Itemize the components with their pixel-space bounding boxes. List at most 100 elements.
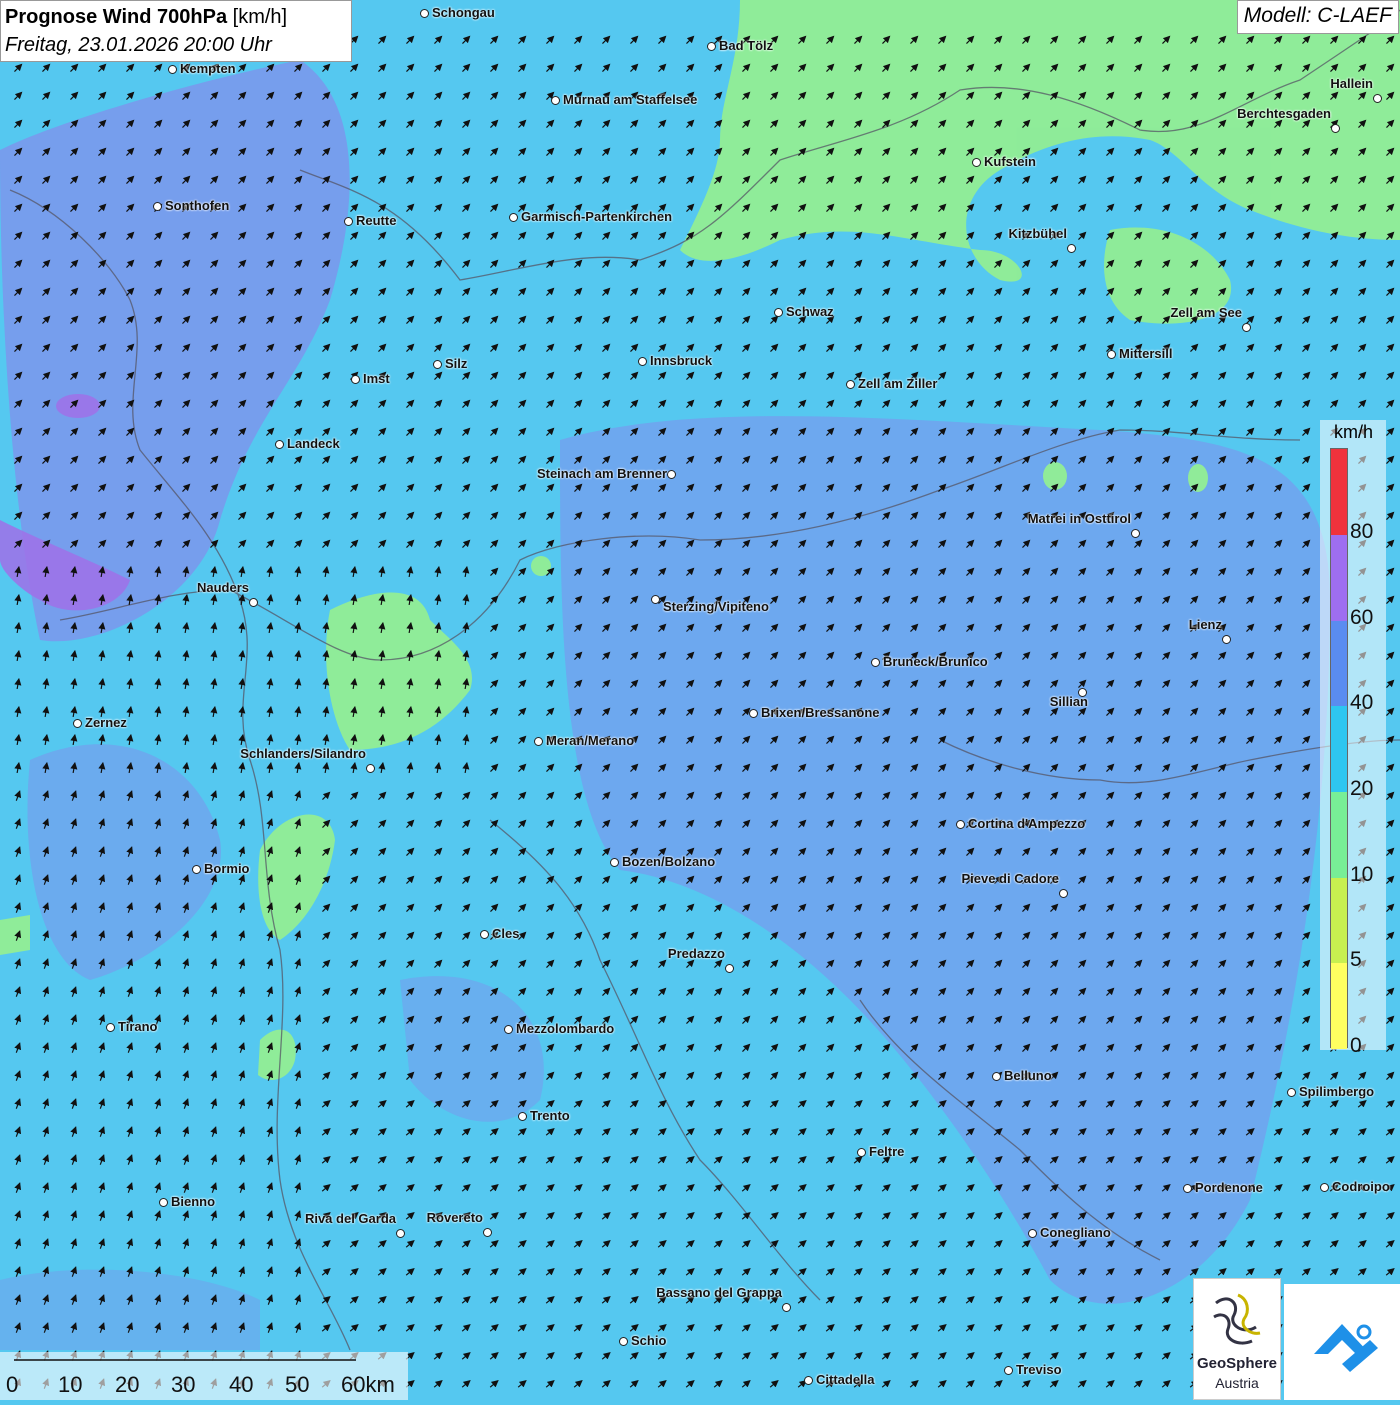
city-dot: [73, 719, 82, 728]
city-dot: [956, 820, 965, 829]
scale-label: 40: [229, 1372, 254, 1397]
city-label: Bruneck/Brunico: [883, 654, 988, 669]
city-dot: [1004, 1366, 1013, 1375]
city-label: Hallein: [1330, 76, 1373, 91]
city-label: Bozen/Bolzano: [622, 854, 716, 869]
legend-segment: [1331, 706, 1347, 792]
city-dot: [480, 930, 489, 939]
city-label: Bienno: [171, 1194, 216, 1209]
city-dot: [667, 470, 676, 479]
city-dot: [351, 375, 360, 384]
city-dot: [1028, 1229, 1037, 1238]
city-label: Imst: [363, 371, 390, 386]
city-dot: [420, 9, 429, 18]
legend-segment: [1331, 877, 1347, 964]
city-dot: [1320, 1183, 1329, 1192]
city-label: Zernez: [85, 715, 127, 730]
legend-unit: km/h: [1334, 422, 1374, 442]
city-label: Cortina d'Ampezzo: [968, 816, 1086, 831]
city-dot: [159, 1198, 168, 1207]
city-label: Berchtesgaden: [1237, 106, 1331, 121]
city-dot: [707, 42, 716, 51]
city-label: Feltre: [869, 1144, 905, 1159]
city-label: Spilimbergo: [1299, 1084, 1375, 1099]
city-label: Matrei in Osttirol: [1027, 511, 1131, 526]
city-dot: [774, 308, 783, 317]
model-label: Modell: C-LAEF: [1236, 0, 1399, 34]
city-label: Lienz: [1188, 617, 1222, 632]
city-label: Silz: [445, 356, 468, 371]
app-logo[interactable]: [1284, 1284, 1400, 1400]
city-label: Tirano: [118, 1019, 158, 1034]
city-label: Trento: [530, 1108, 570, 1123]
city-dot: [344, 217, 353, 226]
city-label: Mezzolombardo: [516, 1021, 615, 1036]
city-dot: [1131, 529, 1140, 538]
scale-label: 30: [171, 1372, 196, 1397]
city-dot: [1183, 1184, 1192, 1193]
city-dot: [534, 737, 543, 746]
city-dot: [249, 598, 258, 607]
city-dot: [749, 709, 758, 718]
title-unit: [km/h]: [232, 6, 288, 28]
city-label: Kitzbühel: [1008, 226, 1068, 241]
city-label: Garmisch-Partenkirchen: [521, 209, 673, 224]
geosphere-logo[interactable]: GeoSphere Austria: [1193, 1278, 1281, 1400]
city-label: Riva del Garda: [304, 1211, 396, 1226]
city-label: Rovereto: [426, 1210, 483, 1225]
scale-label: 20: [115, 1372, 140, 1397]
city-label: Landeck: [287, 436, 340, 451]
city-label: Zell am Ziller: [858, 376, 938, 391]
city-label: Bassano del Grappa: [656, 1285, 782, 1300]
city-dot: [366, 764, 375, 773]
city-dot: [857, 1148, 866, 1157]
city-label: Reutte: [356, 213, 397, 228]
city-dot: [1331, 124, 1340, 133]
title-main: Prognose Wind 700hPa: [5, 6, 228, 28]
city-dot: [509, 213, 518, 222]
city-dot: [168, 65, 177, 74]
city-dot: [275, 440, 284, 449]
city-label: Belluno: [1004, 1068, 1052, 1083]
city-dot: [518, 1112, 527, 1121]
city-dot: [804, 1376, 813, 1385]
city-label: Kufstein: [984, 154, 1036, 169]
city-label: Cles: [492, 926, 520, 941]
legend-segment: [1331, 449, 1347, 535]
scale-label: 50: [285, 1372, 310, 1397]
city-dot: [1107, 350, 1116, 359]
city-dot: [972, 158, 981, 167]
logo-name: GeoSphere: [1196, 1355, 1278, 1372]
city-label: Steinach am Brenner: [536, 466, 667, 481]
legend-label: 0: [1350, 1034, 1362, 1057]
legend-label: 5: [1350, 948, 1362, 972]
color-legend: km/h 80 60 40 20 10 5 0: [1320, 420, 1386, 1057]
city-dot: [638, 357, 647, 366]
city-label: Nauders: [196, 580, 249, 595]
legend-segment: [1331, 792, 1347, 878]
city-label: Schwaz: [786, 304, 834, 319]
city-dot: [725, 964, 734, 973]
city-label: Meran/Merano: [546, 733, 635, 748]
legend-segment: [1331, 963, 1347, 1049]
city-label: Mittersill: [1119, 346, 1173, 361]
city-label: Predazzo: [667, 946, 725, 961]
city-dot: [1059, 889, 1068, 898]
scale-label: 60km: [341, 1372, 395, 1397]
city-label: Bad Tölz: [719, 38, 774, 53]
legend-label: 20: [1350, 777, 1374, 800]
city-dot: [782, 1303, 791, 1312]
logo-sub: Austria: [1215, 1375, 1259, 1391]
city-dot: [619, 1337, 628, 1346]
legend-label: 60: [1350, 605, 1374, 629]
city-label: Pieve di Cadore: [961, 871, 1059, 886]
city-dot: [433, 360, 442, 369]
city-dot: [1373, 94, 1382, 103]
scale-label: 10: [58, 1372, 83, 1397]
city-dot: [551, 96, 560, 105]
legend-segment: [1331, 535, 1347, 621]
city-dot: [106, 1023, 115, 1032]
city-label: Zell am See: [1170, 305, 1242, 320]
city-dot: [871, 658, 880, 667]
city-dot: [1067, 244, 1076, 253]
